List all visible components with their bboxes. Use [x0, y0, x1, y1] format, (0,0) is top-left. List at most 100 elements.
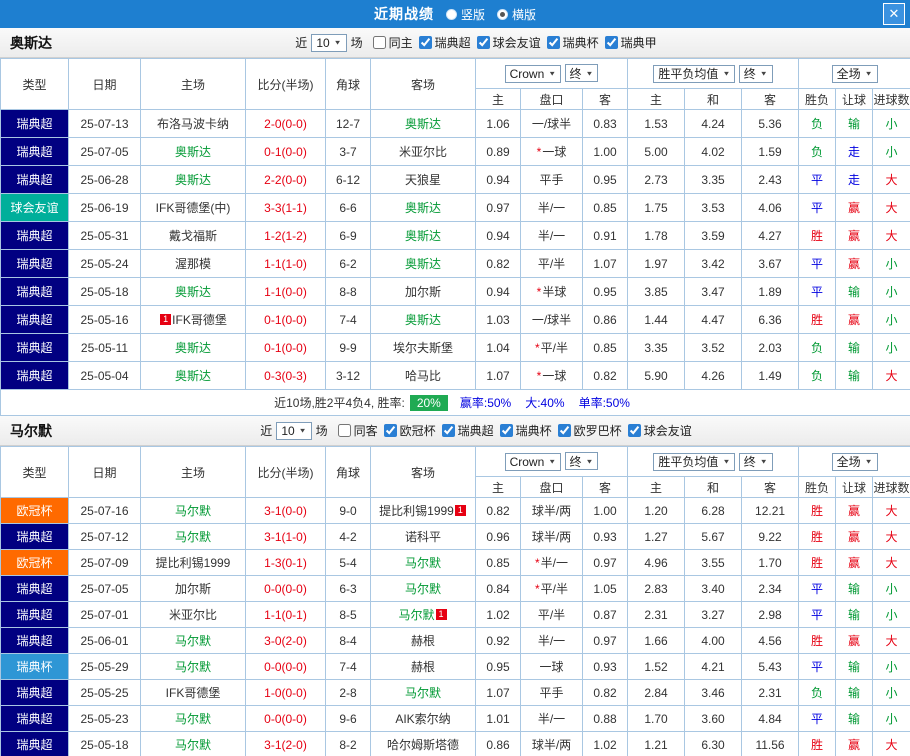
ah-away-odds-cell: 1.00 [583, 498, 628, 524]
home-team-cell[interactable]: 马尔默 [141, 706, 246, 732]
date-cell: 25-07-16 [69, 498, 141, 524]
home-team-cell[interactable]: 马尔默 [141, 732, 246, 756]
sub-col-goals-result: 进球数 [873, 89, 910, 110]
away-team-cell[interactable]: 马尔默 [371, 576, 476, 602]
home-team-cell[interactable]: 米亚尔比 [141, 602, 246, 628]
final-odds-select[interactable]: 终▼ [565, 452, 599, 470]
filter-item[interactable]: 球会友谊 [477, 34, 541, 51]
home-team-cell[interactable]: 布洛马波卡纳 [141, 110, 246, 138]
red-card-badge: 1 [455, 505, 466, 516]
away-team-cell[interactable]: 奥斯达 [371, 110, 476, 138]
close-button[interactable]: ✕ [883, 3, 905, 25]
match-row: 瑞典超 25-07-05 加尔斯 0-0(0-0) 6-3 马尔默 0.84 *… [1, 576, 910, 602]
home-team-cell[interactable]: 奥斯达 [141, 166, 246, 194]
filter-checkbox[interactable] [628, 424, 641, 437]
fullmatch-select[interactable]: 全场▼ [832, 453, 878, 471]
filter-item[interactable]: 欧冠杯 [384, 422, 436, 439]
europe-mean-select[interactable]: 胜平负均值▼ [653, 65, 735, 83]
away-team-cell[interactable]: 米亚尔比 [371, 138, 476, 166]
away-team-cell[interactable]: 马尔默 [371, 550, 476, 576]
layout-radio-horizontal[interactable]: 横版 [497, 6, 536, 23]
home-team-cell[interactable]: IFK哥德堡 [141, 680, 246, 706]
away-team-cell[interactable]: 哈马比 [371, 362, 476, 390]
recent-count-select[interactable]: 10▼ [276, 422, 311, 440]
filter-checkbox[interactable] [419, 36, 432, 49]
team-name-text: 马尔默 [175, 634, 211, 648]
ah-away-odds-cell: 0.86 [583, 306, 628, 334]
filter-item[interactable]: 球会友谊 [628, 422, 692, 439]
odds-company-select[interactable]: Crown▼ [505, 453, 562, 471]
filter-item[interactable]: 瑞典超 [442, 422, 494, 439]
home-team-cell[interactable]: 马尔默 [141, 498, 246, 524]
away-team-cell[interactable]: 提比利锡19991 [371, 498, 476, 524]
filter-checkbox[interactable] [384, 424, 397, 437]
date-cell: 25-05-31 [69, 222, 141, 250]
filter-item[interactable]: 瑞典超 [419, 34, 471, 51]
odds-company-select[interactable]: Crown▼ [505, 65, 562, 83]
filter-checkbox[interactable] [605, 36, 618, 49]
home-team-cell[interactable]: 1IFK哥德堡 [141, 306, 246, 334]
filter-item[interactable]: 瑞典杯 [500, 422, 552, 439]
home-team-cell[interactable]: 马尔默 [141, 524, 246, 550]
away-team-cell[interactable]: 赫根 [371, 654, 476, 680]
layout-radio-vertical[interactable]: 竖版 [446, 6, 485, 23]
away-team-cell[interactable]: AIK索尔纳 [371, 706, 476, 732]
filter-checkbox[interactable] [373, 36, 386, 49]
home-team-cell[interactable]: 提比利锡1999 [141, 550, 246, 576]
corners-cell: 9-9 [326, 334, 371, 362]
away-team-cell[interactable]: 马尔默1 [371, 602, 476, 628]
eu-away-odds-cell: 2.43 [742, 166, 799, 194]
filter-item[interactable]: 欧罗巴杯 [558, 422, 622, 439]
filter-item[interactable]: 同主 [373, 34, 413, 51]
away-team-cell[interactable]: 天狼星 [371, 166, 476, 194]
final-europe-select[interactable]: 终▼ [739, 453, 773, 471]
filter-item[interactable]: 同客 [338, 422, 378, 439]
eu-home-odds-cell: 2.84 [628, 680, 685, 706]
result-cell: 平 [799, 576, 836, 602]
home-team-cell[interactable]: 奥斯达 [141, 138, 246, 166]
away-team-cell[interactable]: 赫根 [371, 628, 476, 654]
score-cell: 3-0(2-0) [246, 628, 326, 654]
final-europe-select[interactable]: 终▼ [739, 65, 773, 83]
away-team-cell[interactable]: 诺科平 [371, 524, 476, 550]
sub-col-goals-result: 进球数 [873, 477, 910, 498]
home-team-cell[interactable]: 马尔默 [141, 628, 246, 654]
ah-away-odds-cell: 0.97 [583, 550, 628, 576]
away-team-cell[interactable]: 奥斯达 [371, 250, 476, 278]
filter-checkbox[interactable] [338, 424, 351, 437]
home-team-cell[interactable]: IFK哥德堡(中) [141, 194, 246, 222]
away-team-cell[interactable]: 加尔斯 [371, 278, 476, 306]
home-team-cell[interactable]: 奥斯达 [141, 334, 246, 362]
europe-mean-select[interactable]: 胜平负均值▼ [653, 453, 735, 471]
recent-count-select[interactable]: 10▼ [311, 34, 346, 52]
home-team-cell[interactable]: 渥那模 [141, 250, 246, 278]
league-badge-cell: 欧冠杯 [1, 550, 69, 576]
filter-item[interactable]: 瑞典甲 [605, 34, 657, 51]
away-team-cell[interactable]: 奥斯达 [371, 306, 476, 334]
col-away: 客场 [371, 59, 476, 110]
home-team-cell[interactable]: 奥斯达 [141, 278, 246, 306]
away-team-cell[interactable]: 埃尔夫斯堡 [371, 334, 476, 362]
away-team-cell[interactable]: 哈尔姆斯塔德 [371, 732, 476, 756]
filter-checkbox[interactable] [477, 36, 490, 49]
goals-result-cell: 小 [873, 306, 910, 334]
away-team-cell[interactable]: 马尔默 [371, 680, 476, 706]
away-team-cell[interactable]: 奥斯达 [371, 222, 476, 250]
final-odds-select[interactable]: 终▼ [565, 64, 599, 82]
filter-checkbox[interactable] [558, 424, 571, 437]
red-card-badge: 1 [436, 609, 447, 620]
filter-item[interactable]: 瑞典杯 [547, 34, 599, 51]
ah-home-odds-cell: 1.02 [476, 602, 521, 628]
filter-checkbox[interactable] [500, 424, 513, 437]
home-team-cell[interactable]: 奥斯达 [141, 362, 246, 390]
team-section-header-0: 奥斯达 近 10▼ 场 同主瑞典超球会友谊瑞典杯瑞典甲 [0, 28, 910, 58]
fullmatch-select[interactable]: 全场▼ [832, 65, 878, 83]
home-team-cell[interactable]: 马尔默 [141, 654, 246, 680]
corners-cell: 6-6 [326, 194, 371, 222]
away-team-cell[interactable]: 奥斯达 [371, 194, 476, 222]
filter-checkbox[interactable] [442, 424, 455, 437]
home-team-cell[interactable]: 加尔斯 [141, 576, 246, 602]
goals-result-cell: 大 [873, 524, 910, 550]
filter-checkbox[interactable] [547, 36, 560, 49]
home-team-cell[interactable]: 戴戈福斯 [141, 222, 246, 250]
